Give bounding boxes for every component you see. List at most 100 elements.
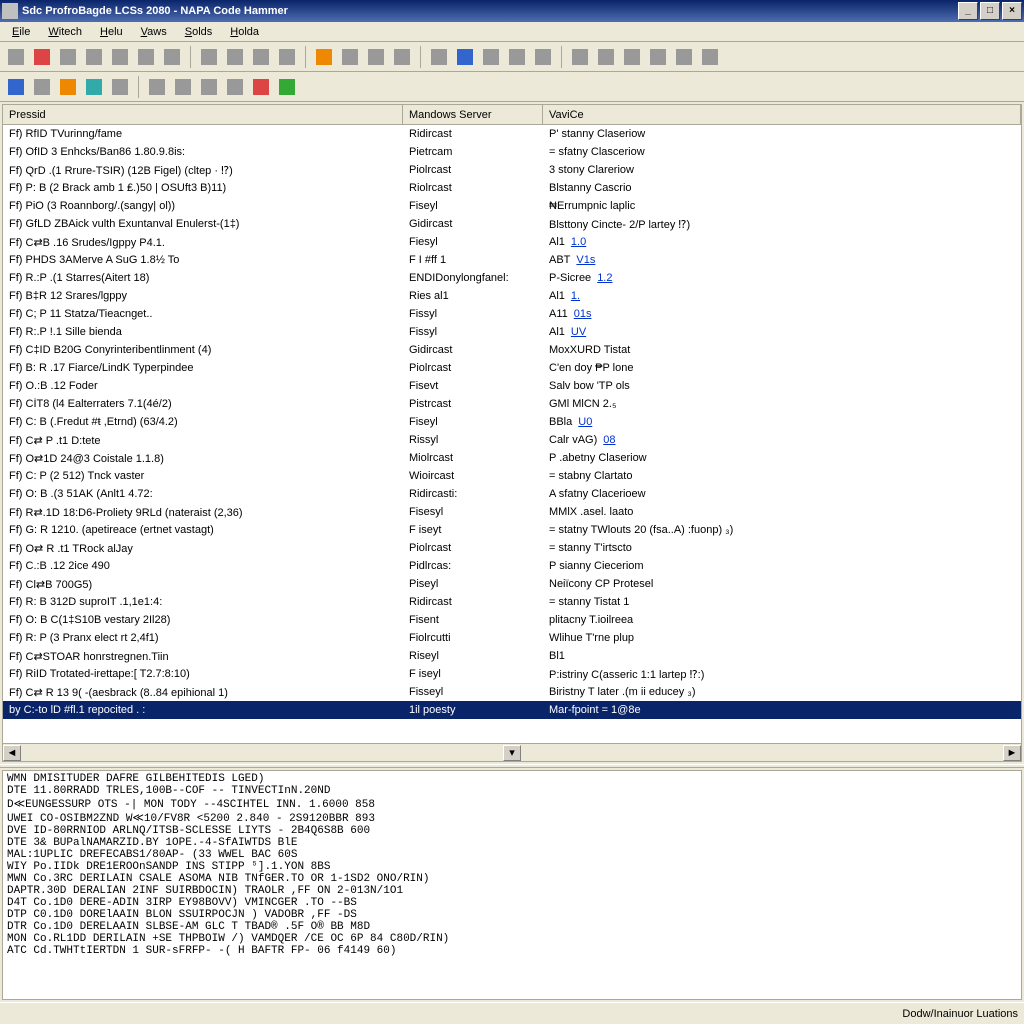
toolbar-button[interactable] bbox=[698, 45, 722, 69]
table-row[interactable]: Ff) O⇄1D 24@3 Coistale 1.1.8)MiolrcastP … bbox=[3, 449, 1021, 467]
column-header-server[interactable]: Mandows Server bbox=[403, 105, 543, 124]
cell-server: Fisevt bbox=[403, 380, 543, 392]
toolbar-button[interactable] bbox=[338, 45, 362, 69]
value-link[interactable]: 1.0 bbox=[571, 236, 586, 248]
toolbar-button[interactable] bbox=[134, 45, 158, 69]
table-row[interactable]: Ff) O.:B .12 FoderFisevtSalv bow 'TP ols bbox=[3, 377, 1021, 395]
table-row[interactable]: Ff) C⇄ R 13 9( -(aesbrack (8..84 epihion… bbox=[3, 683, 1021, 701]
toolbar-button[interactable] bbox=[4, 75, 28, 99]
toolbar-button[interactable] bbox=[108, 75, 132, 99]
value-link[interactable]: 1. bbox=[571, 290, 580, 302]
table-body[interactable]: Ff) RfID TVurinng/fameRidircastP' stanny… bbox=[3, 125, 1021, 743]
menu-item-holda[interactable]: Holda bbox=[222, 24, 267, 40]
menu-item-eile[interactable]: Eile bbox=[4, 24, 38, 40]
table-row[interactable]: Ff) O: B .(3 51AK (Anlt1 4.72:Ridircasti… bbox=[3, 485, 1021, 503]
toolbar-button[interactable] bbox=[275, 45, 299, 69]
table-row[interactable]: Ff) R: B 312D suproIT .1,1e1:4:Ridircast… bbox=[3, 593, 1021, 611]
table-row[interactable]: Ff) OfID 3 Enhcks/Ban86 1.80.9.8is:Pietr… bbox=[3, 143, 1021, 161]
toolbar-button[interactable] bbox=[197, 45, 221, 69]
table-row[interactable]: Ff) C⇄B .16 Srudes/Igppy P4.1.FiesylAl11… bbox=[3, 233, 1021, 251]
cell-server: Gidircast bbox=[403, 218, 543, 230]
table-row[interactable]: Ff) R: P (3 Pranx elect rt 2,4f1)Fiolrcu… bbox=[3, 629, 1021, 647]
toolbar-button[interactable] bbox=[82, 45, 106, 69]
toolbar-button[interactable] bbox=[568, 45, 592, 69]
log-panel[interactable]: WMN DMISITUDER DAFRE GILBEHITEDIS LGED) … bbox=[2, 770, 1022, 1000]
table-row[interactable]: Ff) CİT8 (l4 Ealterraters 7.1(4é/2)Pistr… bbox=[3, 395, 1021, 413]
pane-splitter[interactable] bbox=[0, 764, 1024, 768]
toolbar-button[interactable] bbox=[223, 45, 247, 69]
table-row[interactable]: Ff) RfID TVurinng/fameRidircastP' stanny… bbox=[3, 125, 1021, 143]
toolbar-button[interactable] bbox=[646, 45, 670, 69]
table-row[interactable]: Ff) R⇄.1D 18:D6-Proliety 9RLd (nateraist… bbox=[3, 503, 1021, 521]
value-link[interactable]: UV bbox=[571, 326, 586, 338]
value-link[interactable]: 1.2 bbox=[597, 272, 612, 284]
toolbar-button[interactable] bbox=[160, 45, 184, 69]
toolbar-button[interactable] bbox=[505, 45, 529, 69]
table-row[interactable]: Ff) B‡R 12 Srares/lgppyRies al1Al11. bbox=[3, 287, 1021, 305]
toolbar-button[interactable] bbox=[145, 75, 169, 99]
menu-item-witech[interactable]: Witech bbox=[40, 24, 90, 40]
toolbar-button[interactable] bbox=[479, 45, 503, 69]
toolbar-button[interactable] bbox=[364, 45, 388, 69]
toolbar-button[interactable] bbox=[620, 45, 644, 69]
table-row[interactable]: Ff) QrD .(1 Rrure-TSIR) (12B Figel) (clt… bbox=[3, 161, 1021, 179]
toolbar-button[interactable] bbox=[249, 45, 273, 69]
value-link[interactable]: 08 bbox=[603, 434, 615, 446]
horizontal-scrollbar[interactable]: ◄ ▾ ► bbox=[3, 743, 1021, 761]
table-row[interactable]: Ff) P: B (2 Brack amb 1 ₤.)50 | OSUft3 B… bbox=[3, 179, 1021, 197]
table-row[interactable]: Ff) O⇄ R .t1 TRock alJayPiolrcast= stann… bbox=[3, 539, 1021, 557]
close-button[interactable]: × bbox=[1002, 2, 1022, 20]
table-row[interactable]: Ff) R:.P !.1 Sille biendaFissylAl1UV bbox=[3, 323, 1021, 341]
scroll-dropdown-button[interactable]: ▾ bbox=[503, 745, 521, 761]
scroll-right-button[interactable]: ► bbox=[1003, 745, 1021, 761]
toolbar-button[interactable] bbox=[594, 45, 618, 69]
table-row[interactable]: Ff) Cl⇄B 700G5)PiseylNeiïcony CP Protese… bbox=[3, 575, 1021, 593]
value-link[interactable]: V1s bbox=[576, 254, 595, 266]
toolbar-button[interactable] bbox=[312, 45, 336, 69]
column-header-pressid[interactable]: Pressid bbox=[3, 105, 403, 124]
table-row[interactable]: Ff) C: P (2 512) Tnck vasterWioircast= s… bbox=[3, 467, 1021, 485]
table-row[interactable]: Ff) B: R .17 Fiarce/LindK TyperpindeePio… bbox=[3, 359, 1021, 377]
table-row[interactable]: Ff) RiID Trotated-irettape:[ T2.7:8:10)F… bbox=[3, 665, 1021, 683]
table-row[interactable]: Ff) C.:B .12 2ice 490Pidlrcas:P sianny C… bbox=[3, 557, 1021, 575]
table-row[interactable]: Ff) C‡ID B20G Conyrinteribentlinment (4)… bbox=[3, 341, 1021, 359]
value-link[interactable]: 01s bbox=[574, 308, 592, 320]
toolbar-button[interactable] bbox=[531, 45, 555, 69]
toolbar-button[interactable] bbox=[223, 75, 247, 99]
column-header-vavice[interactable]: VaviCe bbox=[543, 105, 1021, 124]
table-row[interactable]: Ff) PiO (3 Roannborg/.(sangy| ol))Fiseyl… bbox=[3, 197, 1021, 215]
table-row[interactable]: Ff) PHDS 3AMerve A SuG 1.8½ ToF I #ff 1A… bbox=[3, 251, 1021, 269]
toolbar-button[interactable] bbox=[275, 75, 299, 99]
minimize-button[interactable]: _ bbox=[958, 2, 978, 20]
toolbar-button[interactable] bbox=[56, 45, 80, 69]
table-row[interactable]: Ff) C; P 11 Statza/Tieacnget..FissylA110… bbox=[3, 305, 1021, 323]
table-row[interactable]: Ff) G: R 1210. (apetireace (ertnet vasta… bbox=[3, 521, 1021, 539]
toolbar-button[interactable] bbox=[249, 75, 273, 99]
table-row[interactable]: Ff) C: B (.Fredut #ŧ ,Etrnd) (63/4.2)Fis… bbox=[3, 413, 1021, 431]
toolbar-button[interactable] bbox=[4, 45, 28, 69]
toolbar-button[interactable] bbox=[171, 75, 195, 99]
toolbar-button[interactable] bbox=[427, 45, 451, 69]
table-row[interactable]: Ff) R.:P .(1 Starres(Aitert 18)ENDIDonyl… bbox=[3, 269, 1021, 287]
table-row[interactable]: by C:-to lD #fl.1 repocited . :1il poest… bbox=[3, 701, 1021, 719]
table-row[interactable]: Ff) O: B C(1‡S10B vestary 2Il28)Fisentpl… bbox=[3, 611, 1021, 629]
scroll-left-button[interactable]: ◄ bbox=[3, 745, 21, 761]
menu-item-helu[interactable]: Helu bbox=[92, 24, 131, 40]
toolbar-button[interactable] bbox=[82, 75, 106, 99]
maximize-button[interactable]: □ bbox=[980, 2, 1000, 20]
value-link[interactable]: U0 bbox=[578, 416, 592, 428]
toolbar-button[interactable] bbox=[672, 45, 696, 69]
toolbar-button[interactable] bbox=[56, 75, 80, 99]
toolbar-button[interactable] bbox=[453, 45, 477, 69]
menu-item-vaws[interactable]: Vaws bbox=[133, 24, 175, 40]
menu-item-solds[interactable]: Solds bbox=[177, 24, 221, 40]
table-row[interactable]: Ff) GfLD ZBAick vulth Exuntanval Enulers… bbox=[3, 215, 1021, 233]
toolbar-button[interactable] bbox=[30, 45, 54, 69]
table-row[interactable]: Ff) C⇄STOAR honrstregnen.TiinRiseylBl1 bbox=[3, 647, 1021, 665]
toolbar-button[interactable] bbox=[197, 75, 221, 99]
cell-vavice: Al11. bbox=[543, 290, 1021, 302]
toolbar-button[interactable] bbox=[30, 75, 54, 99]
toolbar-button[interactable] bbox=[108, 45, 132, 69]
toolbar-button[interactable] bbox=[390, 45, 414, 69]
table-row[interactable]: Ff) C⇄ P .t1 D:teteRissylCalr vAG)08 bbox=[3, 431, 1021, 449]
